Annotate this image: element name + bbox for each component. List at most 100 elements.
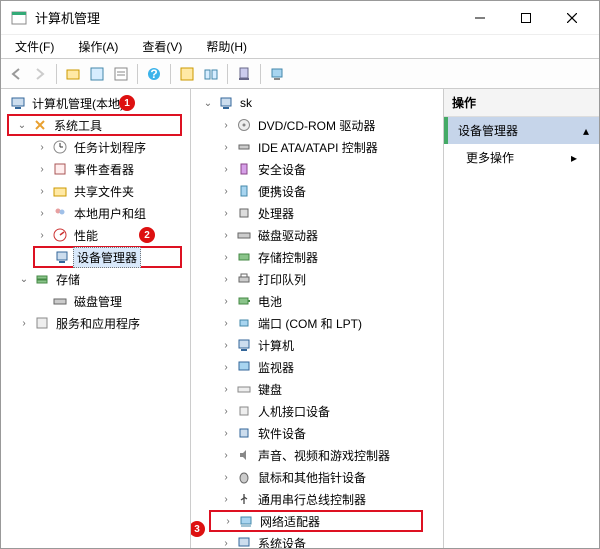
chevron-down-icon[interactable]: ⌄: [201, 98, 215, 109]
port-icon: [236, 315, 252, 331]
device-ide[interactable]: ›IDE ATA/ATAPI 控制器: [191, 136, 443, 158]
tree-device-manager[interactable]: 设备管理器: [33, 246, 182, 268]
device-disk[interactable]: ›磁盘驱动器: [191, 224, 443, 246]
device-processor[interactable]: ›处理器: [191, 202, 443, 224]
maximize-button[interactable]: [503, 2, 549, 34]
tree-local-users[interactable]: › 本地用户和组: [1, 202, 190, 224]
tree-label: 事件查看器: [71, 160, 137, 179]
chevron-right-icon[interactable]: ›: [221, 516, 235, 527]
chevron-right-icon[interactable]: ›: [219, 428, 233, 439]
chevron-right-icon[interactable]: ›: [219, 406, 233, 417]
toolbar-btn-7[interactable]: [266, 63, 288, 85]
chevron-right-icon[interactable]: ›: [17, 318, 31, 329]
window: 计算机管理 文件(F) 操作(A) 查看(V) 帮助(H) ?: [0, 0, 600, 549]
chevron-right-icon[interactable]: ›: [219, 164, 233, 175]
toolbar-btn-2[interactable]: [86, 63, 108, 85]
tree-label: DVD/CD-ROM 驱动器: [255, 116, 378, 135]
chevron-right-icon[interactable]: ›: [35, 142, 49, 153]
toolbar: ?: [1, 59, 599, 89]
chevron-right-icon[interactable]: ›: [219, 120, 233, 131]
menu-action[interactable]: 操作(A): [66, 35, 130, 58]
device-hid[interactable]: › 人机接口设备: [191, 400, 443, 422]
forward-button[interactable]: [29, 63, 51, 85]
chevron-right-icon[interactable]: ›: [219, 186, 233, 197]
chevron-right-icon[interactable]: ›: [219, 208, 233, 219]
chevron-right-icon[interactable]: ›: [35, 186, 49, 197]
tree-label: 人机接口设备: [255, 402, 333, 421]
help-button[interactable]: ?: [143, 63, 165, 85]
device-storage-ctrl[interactable]: ›存储控制器: [191, 246, 443, 268]
device-battery[interactable]: ›电池: [191, 290, 443, 312]
tree-label: 安全设备: [255, 160, 309, 179]
chevron-right-icon[interactable]: ›: [219, 472, 233, 483]
minimize-button[interactable]: [457, 2, 503, 34]
device-system[interactable]: ›系统设备: [191, 532, 443, 548]
menu-file[interactable]: 文件(F): [3, 35, 66, 58]
chevron-down-icon[interactable]: ⌄: [17, 274, 31, 285]
menubar: 文件(F) 操作(A) 查看(V) 帮助(H): [1, 35, 599, 59]
toolbar-btn-6[interactable]: [233, 63, 255, 85]
menu-view[interactable]: 查看(V): [130, 35, 194, 58]
titlebar: 计算机管理: [1, 1, 599, 35]
tree-task-scheduler[interactable]: › 任务计划程序: [1, 136, 190, 158]
device-computer[interactable]: › 计算机: [191, 334, 443, 356]
chevron-right-icon[interactable]: ›: [219, 340, 233, 351]
tree-label: 计算机: [255, 336, 297, 355]
chevron-right-icon[interactable]: ›: [219, 274, 233, 285]
chevron-right-icon[interactable]: ›: [219, 362, 233, 373]
chevron-down-icon[interactable]: ⌄: [15, 120, 29, 131]
tree-event-viewer[interactable]: › 事件查看器: [1, 158, 190, 180]
device-network[interactable]: › 网络适配器: [209, 510, 423, 532]
computer-mgmt-icon: [10, 95, 26, 111]
chevron-right-icon[interactable]: ›: [219, 296, 233, 307]
toolbar-btn-5[interactable]: [200, 63, 222, 85]
chevron-right-icon[interactable]: ›: [219, 230, 233, 241]
device-root[interactable]: ⌄ sk: [191, 92, 443, 114]
chevron-right-icon[interactable]: ›: [219, 450, 233, 461]
device-print[interactable]: ›打印队列: [191, 268, 443, 290]
device-software[interactable]: ›软件设备: [191, 422, 443, 444]
chevron-right-icon[interactable]: ›: [219, 142, 233, 153]
device-ports[interactable]: ›端口 (COM 和 LPT): [191, 312, 443, 334]
toolbar-btn-4[interactable]: [176, 63, 198, 85]
chevron-right-icon[interactable]: ›: [35, 208, 49, 219]
disk-icon: [52, 293, 68, 309]
device-portable[interactable]: ›便携设备: [191, 180, 443, 202]
separator-icon: [260, 64, 261, 84]
tree-disk-management[interactable]: 磁盘管理: [1, 290, 190, 312]
chevron-right-icon[interactable]: ›: [219, 252, 233, 263]
device-mouse[interactable]: ›鼠标和其他指针设备: [191, 466, 443, 488]
device-security[interactable]: › 安全设备: [191, 158, 443, 180]
toolbar-btn-3[interactable]: [110, 63, 132, 85]
device-monitor[interactable]: › 监视器: [191, 356, 443, 378]
chevron-right-icon[interactable]: ›: [219, 494, 233, 505]
chevron-right-icon[interactable]: ›: [219, 318, 233, 329]
menu-help[interactable]: 帮助(H): [194, 35, 259, 58]
device-audio-video[interactable]: › 声音、视频和游戏控制器: [191, 444, 443, 466]
toolbar-btn-1[interactable]: [62, 63, 84, 85]
action-more[interactable]: 更多操作 ▸: [444, 144, 599, 171]
device-usb[interactable]: ›通用串行总线控制器: [191, 488, 443, 510]
action-section-device-manager[interactable]: 设备管理器 ▴: [444, 117, 599, 144]
tree-label: 网络适配器: [257, 512, 323, 531]
device-dvd[interactable]: › DVD/CD-ROM 驱动器: [191, 114, 443, 136]
chevron-right-icon[interactable]: ›: [35, 164, 49, 175]
chevron-right-icon[interactable]: ›: [219, 538, 233, 549]
actions-header: 操作: [444, 89, 599, 117]
close-button[interactable]: [549, 2, 595, 34]
tree-services-apps[interactable]: › 服务和应用程序: [1, 312, 190, 334]
performance-icon: [52, 227, 68, 243]
separator-icon: [56, 64, 57, 84]
tree-storage[interactable]: ⌄ 存储: [1, 268, 190, 290]
tree-shared-folders[interactable]: › 共享文件夹: [1, 180, 190, 202]
tree-system-tools[interactable]: ⌄ 系统工具: [7, 114, 182, 136]
badge-2: 2: [139, 227, 155, 243]
chevron-right-icon[interactable]: ›: [35, 230, 49, 241]
device-keyboard[interactable]: ›键盘: [191, 378, 443, 400]
chevron-right-icon[interactable]: ›: [219, 384, 233, 395]
tree-label: 监视器: [255, 358, 297, 377]
tree-root-computer-mgmt[interactable]: 计算机管理(本地) 1: [1, 92, 190, 114]
back-button[interactable]: [5, 63, 27, 85]
tree-performance[interactable]: › 性能 2: [1, 224, 190, 246]
tree-label: 声音、视频和游戏控制器: [255, 446, 393, 465]
